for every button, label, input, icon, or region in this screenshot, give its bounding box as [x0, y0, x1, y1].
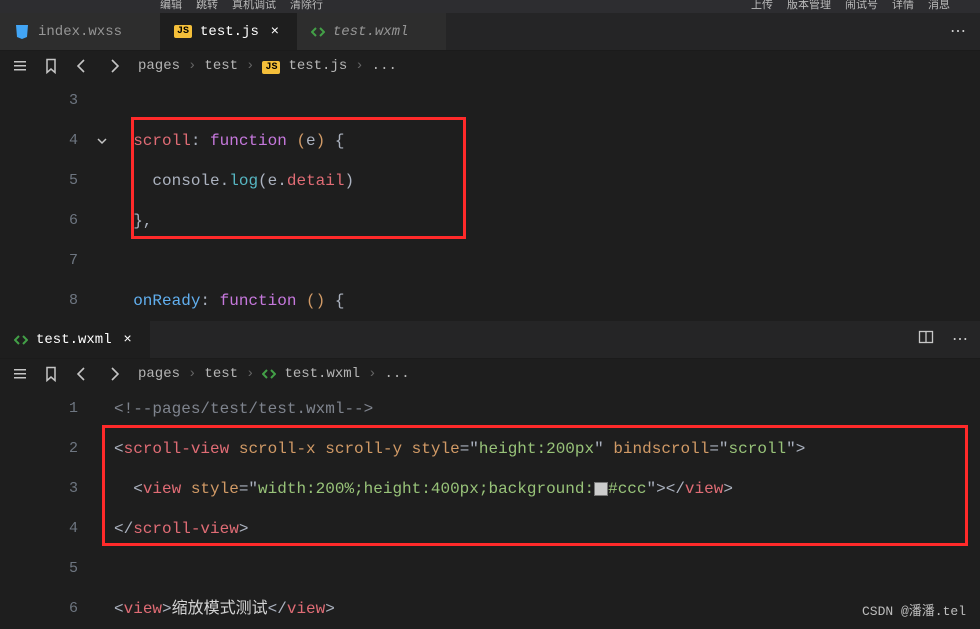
- tab-index.wxss[interactable]: index.wxss: [0, 13, 160, 50]
- tab-test.wxml[interactable]: test.wxml ×: [0, 321, 150, 358]
- code-editor-bottom[interactable]: 123456 <!--pages/test/test.wxml--><scrol…: [0, 389, 980, 629]
- line-number: 5: [0, 161, 78, 201]
- tab-label: test.wxml: [36, 332, 112, 348]
- breadcrumb-part[interactable]: pages: [138, 58, 180, 74]
- tab-bar-top: index.wxss JS test.js × test.wxml ⋯: [0, 13, 980, 51]
- line-number: 1: [0, 389, 78, 429]
- color-swatch: [594, 482, 608, 496]
- breadcrumb-tail[interactable]: ...: [384, 366, 409, 382]
- gutter-bottom: 123456: [0, 389, 114, 629]
- close-icon[interactable]: ×: [120, 332, 136, 348]
- tab-test.wxml[interactable]: test.wxml: [297, 13, 447, 50]
- line-number: 3: [0, 469, 78, 509]
- line-number: 4: [0, 509, 78, 549]
- breadcrumb-part[interactable]: pages: [138, 366, 180, 382]
- wxml-file-icon: [262, 367, 276, 381]
- more-actions-icon[interactable]: ⋯: [950, 21, 968, 41]
- tab-label: test.wxml: [333, 24, 409, 40]
- split-editor-icon[interactable]: [918, 329, 934, 349]
- menu-item[interactable]: 编辑: [160, 0, 182, 12]
- menu-item[interactable]: 版本管理: [787, 0, 831, 12]
- gutter-top: 345678: [0, 81, 114, 321]
- breadcrumb-bar-bottom: pages›test›test.wxml›...: [0, 359, 980, 389]
- menu-item[interactable]: 跳转: [196, 0, 218, 12]
- list-icon[interactable]: [12, 366, 28, 382]
- arrow-left-icon[interactable]: [74, 366, 90, 382]
- code-editor-top[interactable]: 345678 scroll: function (e) { console.lo…: [0, 81, 980, 321]
- menu-item[interactable]: 详情: [892, 0, 914, 12]
- breadcrumb-bar-top: pages›test›JStest.js›...: [0, 51, 980, 81]
- close-icon[interactable]: ×: [267, 24, 283, 40]
- code-area-bottom[interactable]: <!--pages/test/test.wxml--><scroll-view …: [114, 389, 980, 629]
- breadcrumb-part[interactable]: test: [204, 366, 238, 382]
- code-line[interactable]: [114, 81, 980, 121]
- code-area-top[interactable]: scroll: function (e) { console.log(e.det…: [114, 81, 980, 321]
- menu-bar-left: 编辑 跳转 真机调试 清除行: [160, 0, 323, 12]
- breadcrumb-part[interactable]: test: [204, 58, 238, 74]
- menu-item[interactable]: 闹试号: [845, 0, 878, 12]
- bookmark-icon[interactable]: [44, 366, 58, 382]
- breadcrumb-file[interactable]: test.wxml: [284, 366, 360, 382]
- line-number: 4: [0, 121, 78, 161]
- code-line[interactable]: </scroll-view>: [114, 509, 980, 549]
- line-number: 7: [0, 241, 78, 281]
- tab-label: test.js: [200, 24, 259, 40]
- watermark-text: CSDN @潘潘.tel: [862, 600, 966, 619]
- code-line[interactable]: <view>缩放模式测试</view>: [114, 589, 980, 629]
- css-file-icon: [14, 24, 30, 40]
- breadcrumb-tail[interactable]: ...: [372, 58, 397, 74]
- code-line[interactable]: <!--pages/test/test.wxml-->: [114, 389, 980, 429]
- tab-bar-bottom: test.wxml × ⋯: [0, 321, 980, 359]
- menu-item[interactable]: 清除行: [290, 0, 323, 12]
- arrow-left-icon[interactable]: [74, 58, 90, 74]
- more-actions-icon[interactable]: ⋯: [952, 329, 970, 349]
- bookmark-icon[interactable]: [44, 58, 58, 74]
- line-number: 6: [0, 201, 78, 241]
- line-number: 2: [0, 429, 78, 469]
- code-line[interactable]: <scroll-view scroll-x scroll-y style="he…: [114, 429, 980, 469]
- wxml-file-icon: [311, 25, 325, 39]
- code-line[interactable]: onReady: function () {: [114, 281, 980, 321]
- editor-pane-top: index.wxssJStest.js×test.wxml ⋯ pages›te…: [0, 13, 980, 321]
- line-number: 6: [0, 589, 78, 629]
- editor-pane-bottom: test.wxml × ⋯ pages›test›test.wxml›... 12…: [0, 321, 980, 629]
- line-number: 8: [0, 281, 78, 321]
- code-line[interactable]: [114, 549, 980, 589]
- code-line[interactable]: scroll: function (e) {: [114, 121, 980, 161]
- tab-label: index.wxss: [38, 24, 122, 40]
- js-file-icon: JS: [262, 61, 280, 74]
- breadcrumb-bottom[interactable]: pages›test›test.wxml›...: [138, 366, 410, 382]
- wxml-file-icon: [14, 333, 28, 347]
- menu-item[interactable]: 真机调试: [232, 0, 276, 12]
- menu-bar-right: 上传 版本管理 闹试号 详情 消息: [751, 0, 950, 12]
- arrow-right-icon: [106, 58, 122, 74]
- arrow-right-icon: [106, 366, 122, 382]
- line-number: 3: [0, 81, 78, 121]
- list-icon[interactable]: [12, 58, 28, 74]
- code-line[interactable]: <view style="width:200%;height:400px;bac…: [114, 469, 980, 509]
- tab-test.js[interactable]: JS test.js ×: [160, 13, 297, 50]
- breadcrumb-top[interactable]: pages›test›JStest.js›...: [138, 58, 397, 74]
- code-line[interactable]: [114, 241, 980, 281]
- code-line[interactable]: },: [114, 201, 980, 241]
- fold-chevron-icon[interactable]: [96, 135, 108, 147]
- menu-item[interactable]: 上传: [751, 0, 773, 12]
- js-file-icon: JS: [174, 25, 192, 38]
- breadcrumb-file[interactable]: test.js: [288, 58, 347, 74]
- menu-item[interactable]: 消息: [928, 0, 950, 12]
- menu-bar: 编辑 跳转 真机调试 清除行 上传 版本管理 闹试号 详情 消息: [0, 0, 980, 13]
- line-number: 5: [0, 549, 78, 589]
- code-line[interactable]: console.log(e.detail): [114, 161, 980, 201]
